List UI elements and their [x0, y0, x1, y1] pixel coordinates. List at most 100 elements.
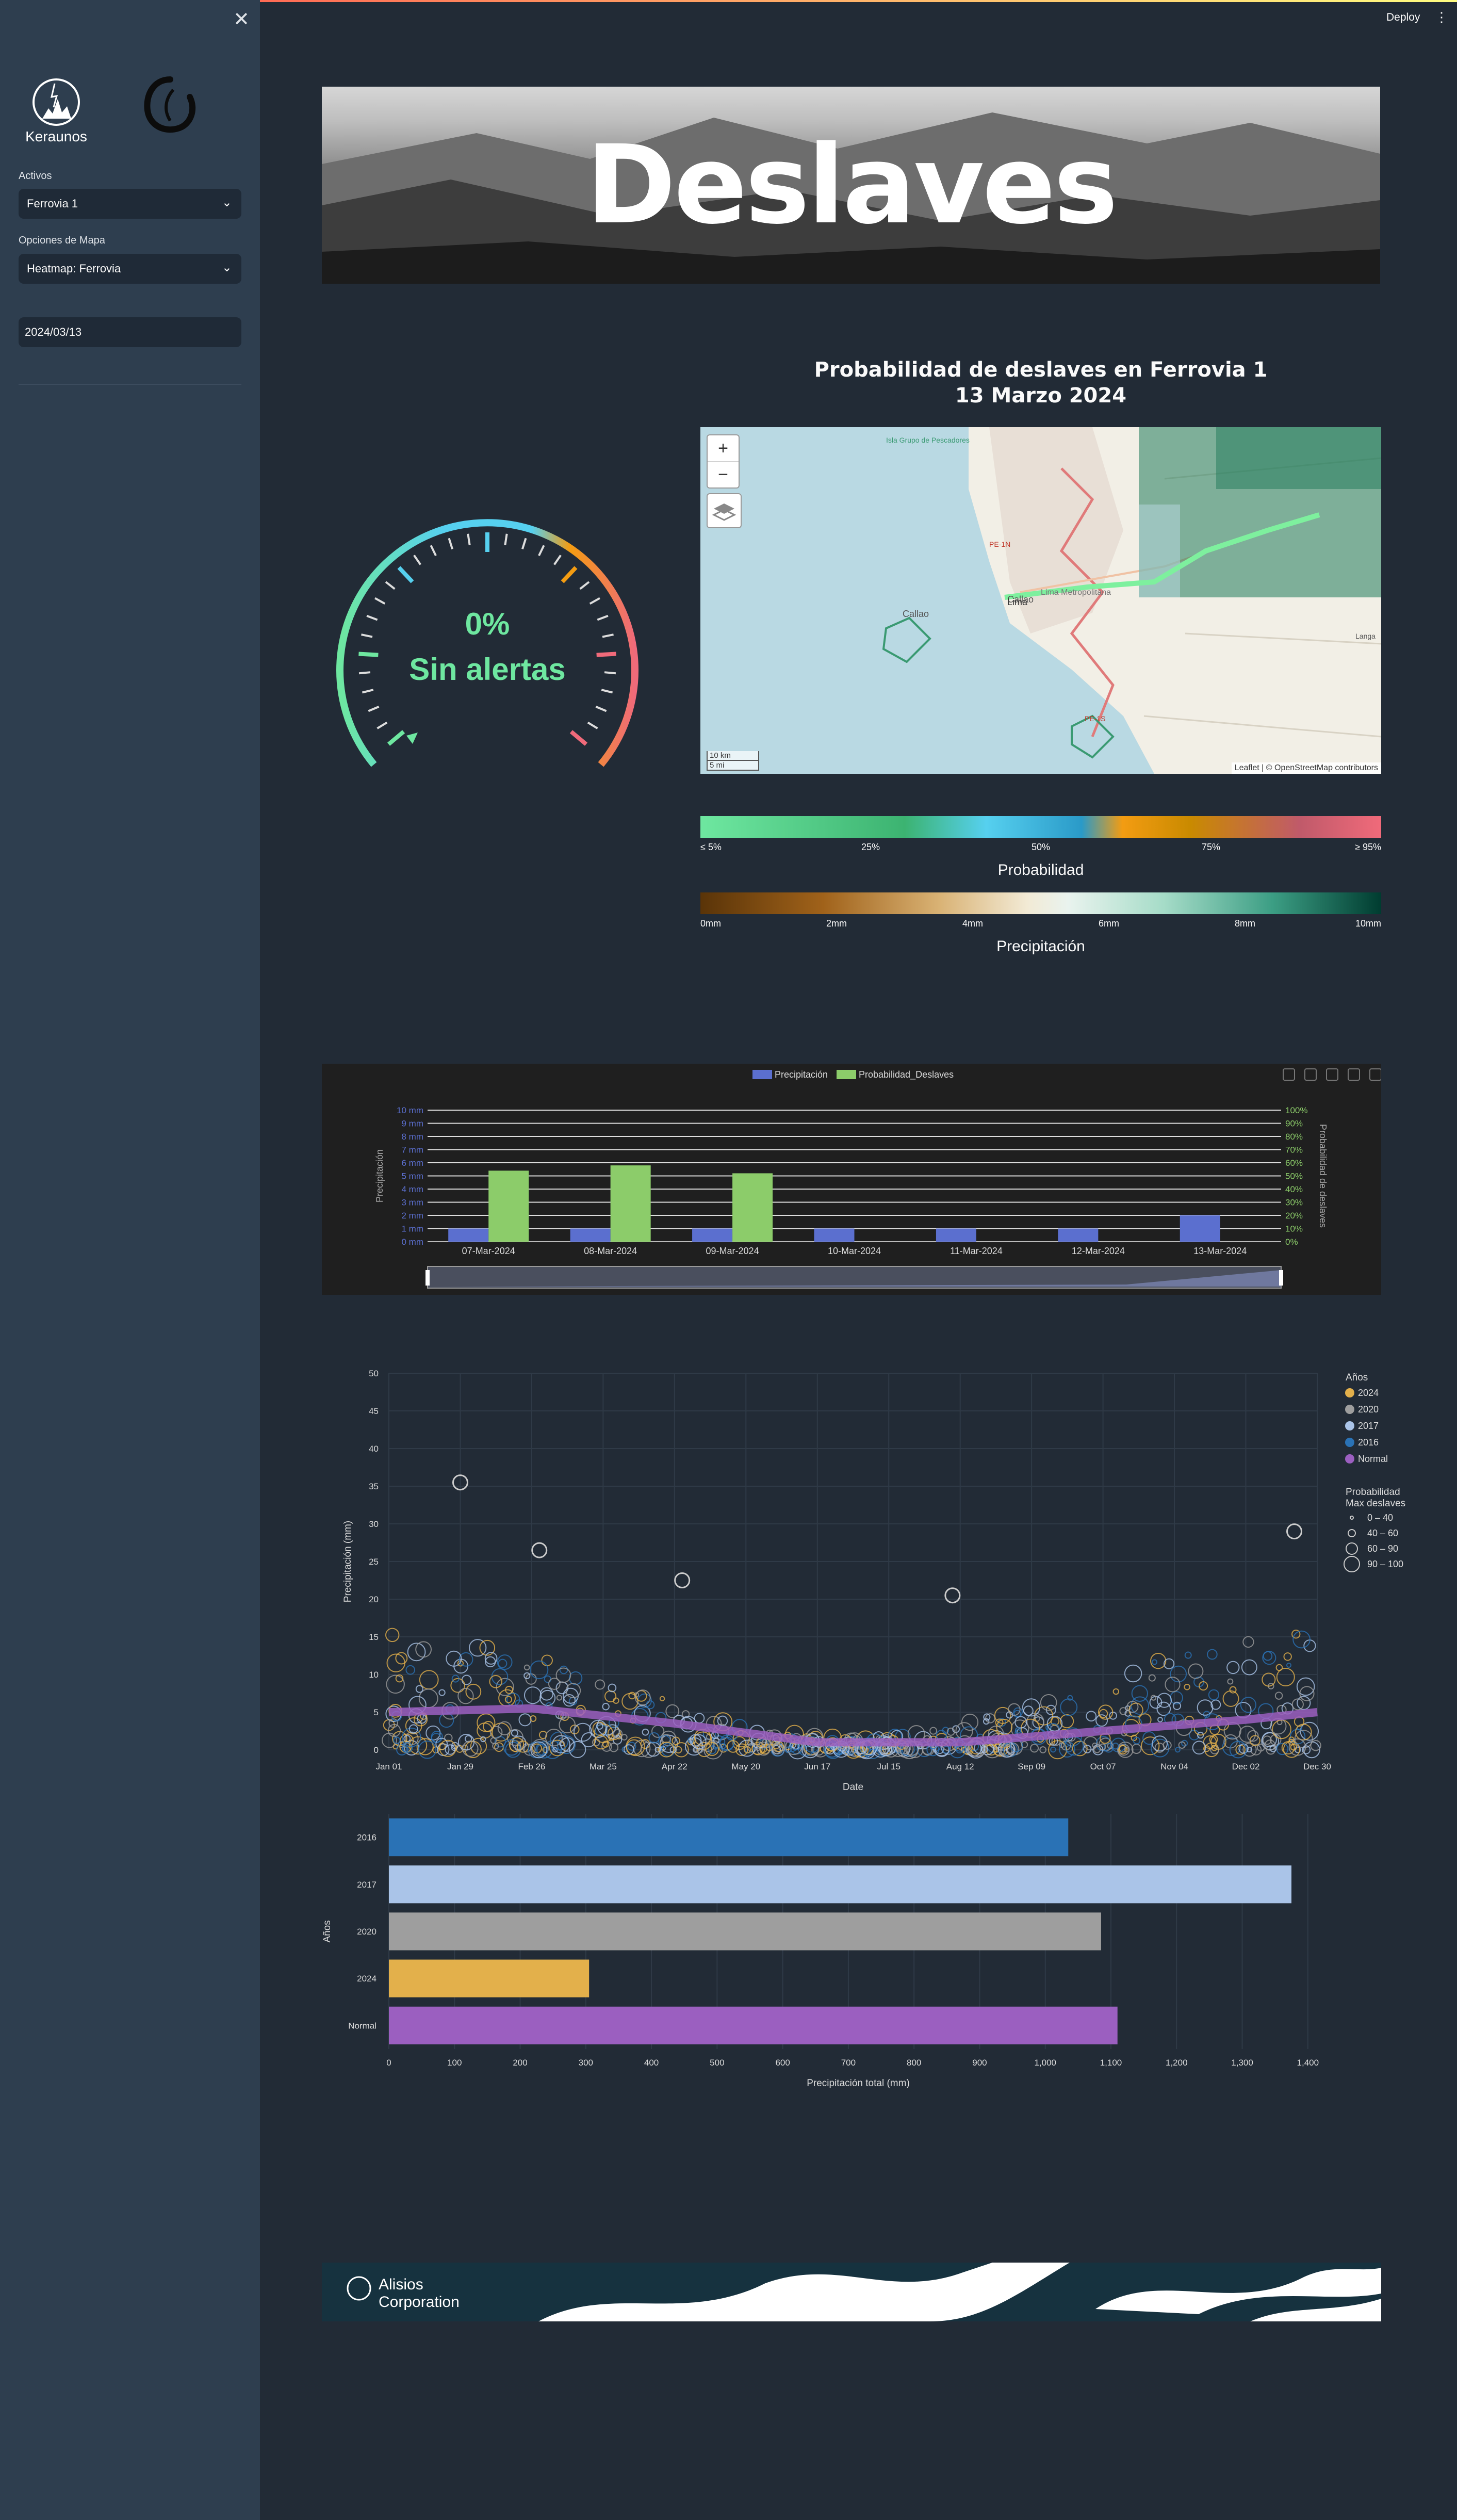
precip-scatter-chart-svg: 0 5 10 15 20 25 30 35 40 45 50 Jan 01 Jan 29 Feb 26 Ma…	[342, 1369, 1405, 1793]
zoom-in-button[interactable]: +	[708, 435, 739, 462]
activos-select[interactable]: Ferrovia 1 ⌄	[19, 189, 241, 219]
bar-probabilidad	[488, 1170, 529, 1242]
precip-tick: 6mm	[1099, 918, 1119, 929]
legend-label: 2020	[1358, 1404, 1379, 1415]
scatter-point-notable	[531, 1542, 548, 1558]
chevron-down-icon: ⌄	[221, 196, 232, 209]
map-label-callao: Callao	[903, 609, 929, 619]
mapa-select[interactable]: Heatmap: Ferrovia ⌄	[19, 254, 241, 284]
y-tick-label: 2016	[357, 1833, 376, 1843]
x-tick-label: 1,300	[1231, 2058, 1253, 2068]
bar-icon	[1326, 1068, 1338, 1081]
scatter-point	[419, 1670, 439, 1690]
banner-title: Deslaves	[586, 122, 1118, 248]
camera-icon	[1283, 1068, 1295, 1081]
gauge-value: 0%	[465, 607, 510, 641]
scatter-point	[1283, 1652, 1292, 1661]
x-tick-label: Aug 12	[946, 1762, 974, 1771]
gauge-tick	[595, 706, 607, 712]
precip-scatter-chart[interactable]: 0 5 10 15 20 25 30 35 40 45 50 Jan 01 Jan 29 Feb 26 Ma…	[322, 1352, 1431, 1795]
scatter-point	[634, 1689, 651, 1706]
x-tick-label: 1,100	[1100, 2058, 1122, 2068]
range-slider-handle-right	[1279, 1270, 1283, 1286]
map-attribution[interactable]: Leaflet | © OpenStreetMap contributors	[1231, 762, 1381, 774]
y-tick-label: 15	[369, 1632, 379, 1642]
alisios-line1: Alisios	[379, 2276, 423, 2293]
zoom-out-button[interactable]: −	[708, 462, 739, 487]
mapa-select-value: Heatmap: Ferrovia	[27, 262, 121, 275]
y-tick-label: 9 mm	[402, 1119, 424, 1129]
probabilidad-colorbar	[700, 816, 1381, 838]
scatter-point-notable	[1286, 1523, 1302, 1540]
size-legend-subtitle: Max deslaves	[1346, 1498, 1405, 1509]
gauge-tick	[397, 566, 414, 583]
x-tick-label: 1,200	[1166, 2058, 1188, 2068]
alisios-logo: Alisios Corporation	[347, 2263, 1381, 2321]
chevron-down-icon: ⌄	[221, 261, 232, 274]
scatter-point	[1208, 1689, 1220, 1700]
size-legend-marker	[1346, 1542, 1358, 1555]
date-input[interactable]: 2024/03/13	[19, 317, 241, 347]
scatter-point	[1014, 1716, 1027, 1729]
y-tick-label: 8 mm	[402, 1132, 424, 1142]
y-tick-label: 25	[369, 1557, 379, 1567]
scatter-point	[573, 1722, 593, 1742]
scatter-point	[1086, 1711, 1097, 1722]
bar-probabilidad	[732, 1173, 773, 1242]
x-tick-label: 09-Mar-2024	[706, 1246, 759, 1256]
size-legend-label: 40 – 60	[1367, 1528, 1398, 1538]
map-view[interactable]: Callao Callao Lima Lima Metropolitana Is…	[700, 427, 1381, 774]
gauge-tick	[385, 581, 396, 590]
reset-icon	[1348, 1068, 1360, 1081]
layers-button[interactable]	[707, 493, 742, 528]
y-tick-label: 20	[369, 1595, 379, 1604]
y-tick-label: 2017	[357, 1880, 376, 1890]
precip-tick: 4mm	[962, 918, 983, 929]
x-tick-label: 800	[907, 2058, 921, 2068]
x-tick-label: Sep 09	[1018, 1762, 1045, 1771]
gauge-pointer-icon	[406, 733, 418, 744]
y-tick-label: 2020	[357, 1927, 376, 1937]
scatter-point	[1207, 1649, 1218, 1660]
legend-label: 2016	[1358, 1437, 1379, 1448]
gauge-tick	[538, 545, 545, 556]
legend-label: 2024	[1358, 1388, 1379, 1398]
precip-prob-chart[interactable]: Precipitación Probabilidad_Deslaves 0 mm 1 …	[322, 1064, 1382, 1295]
download-icon	[1369, 1068, 1382, 1081]
keraunos-logo: Keraunos	[25, 78, 87, 144]
y2-tick-label: 100%	[1285, 1105, 1307, 1115]
size-legend-label: 90 – 100	[1367, 1559, 1403, 1569]
close-sidebar-button[interactable]: ✕	[232, 10, 251, 29]
scatter-point	[540, 1687, 554, 1701]
deploy-button[interactable]: Deploy	[1386, 11, 1420, 24]
gauge-tick	[587, 721, 598, 729]
bar-total	[389, 1959, 590, 1997]
map-title-line1: Probabilidad de deslaves en Ferrovia 1	[814, 358, 1268, 382]
scatter-point	[1299, 1686, 1315, 1701]
precipitacion-colorbar-title: Precipitación	[996, 938, 1085, 955]
scatter-point	[530, 1660, 549, 1680]
gauge-tick	[521, 538, 527, 549]
x-tick-label: 100	[447, 2058, 462, 2068]
gauge-tick	[374, 597, 386, 605]
y2-axis-label: Probabilidad de deslaves	[1318, 1124, 1328, 1228]
x-tick-label: Nov 04	[1160, 1762, 1188, 1771]
y-tick-label: Normal	[348, 2021, 376, 2030]
bar-precipitacion	[936, 1228, 976, 1242]
legend-marker	[1345, 1438, 1354, 1447]
bar-precipitacion	[1058, 1228, 1099, 1242]
scatter-point	[518, 1713, 532, 1727]
x-tick-label: Mar 25	[590, 1762, 617, 1771]
layers-icon	[712, 503, 736, 521]
legend-label: 2017	[1358, 1421, 1379, 1431]
total-precip-chart[interactable]: 0 100 200 300 400 500 600 700 800 900 1,000 1,100 1,…	[322, 1806, 1431, 2105]
chart-legend: Precipitación Probabilidad_Deslaves	[752, 1069, 954, 1080]
y-tick-label: 30	[369, 1519, 379, 1529]
main-menu-icon[interactable]: ⋮	[1435, 9, 1448, 25]
x-tick-label: 11-Mar-2024	[950, 1246, 1003, 1256]
y-tick-label: 2024	[357, 1974, 376, 1984]
gauge-tick	[387, 730, 405, 746]
alert-gauge: 0% Sin alertas	[336, 519, 639, 767]
precip-tick: 8mm	[1235, 918, 1255, 929]
bar-total	[389, 1818, 1069, 1857]
